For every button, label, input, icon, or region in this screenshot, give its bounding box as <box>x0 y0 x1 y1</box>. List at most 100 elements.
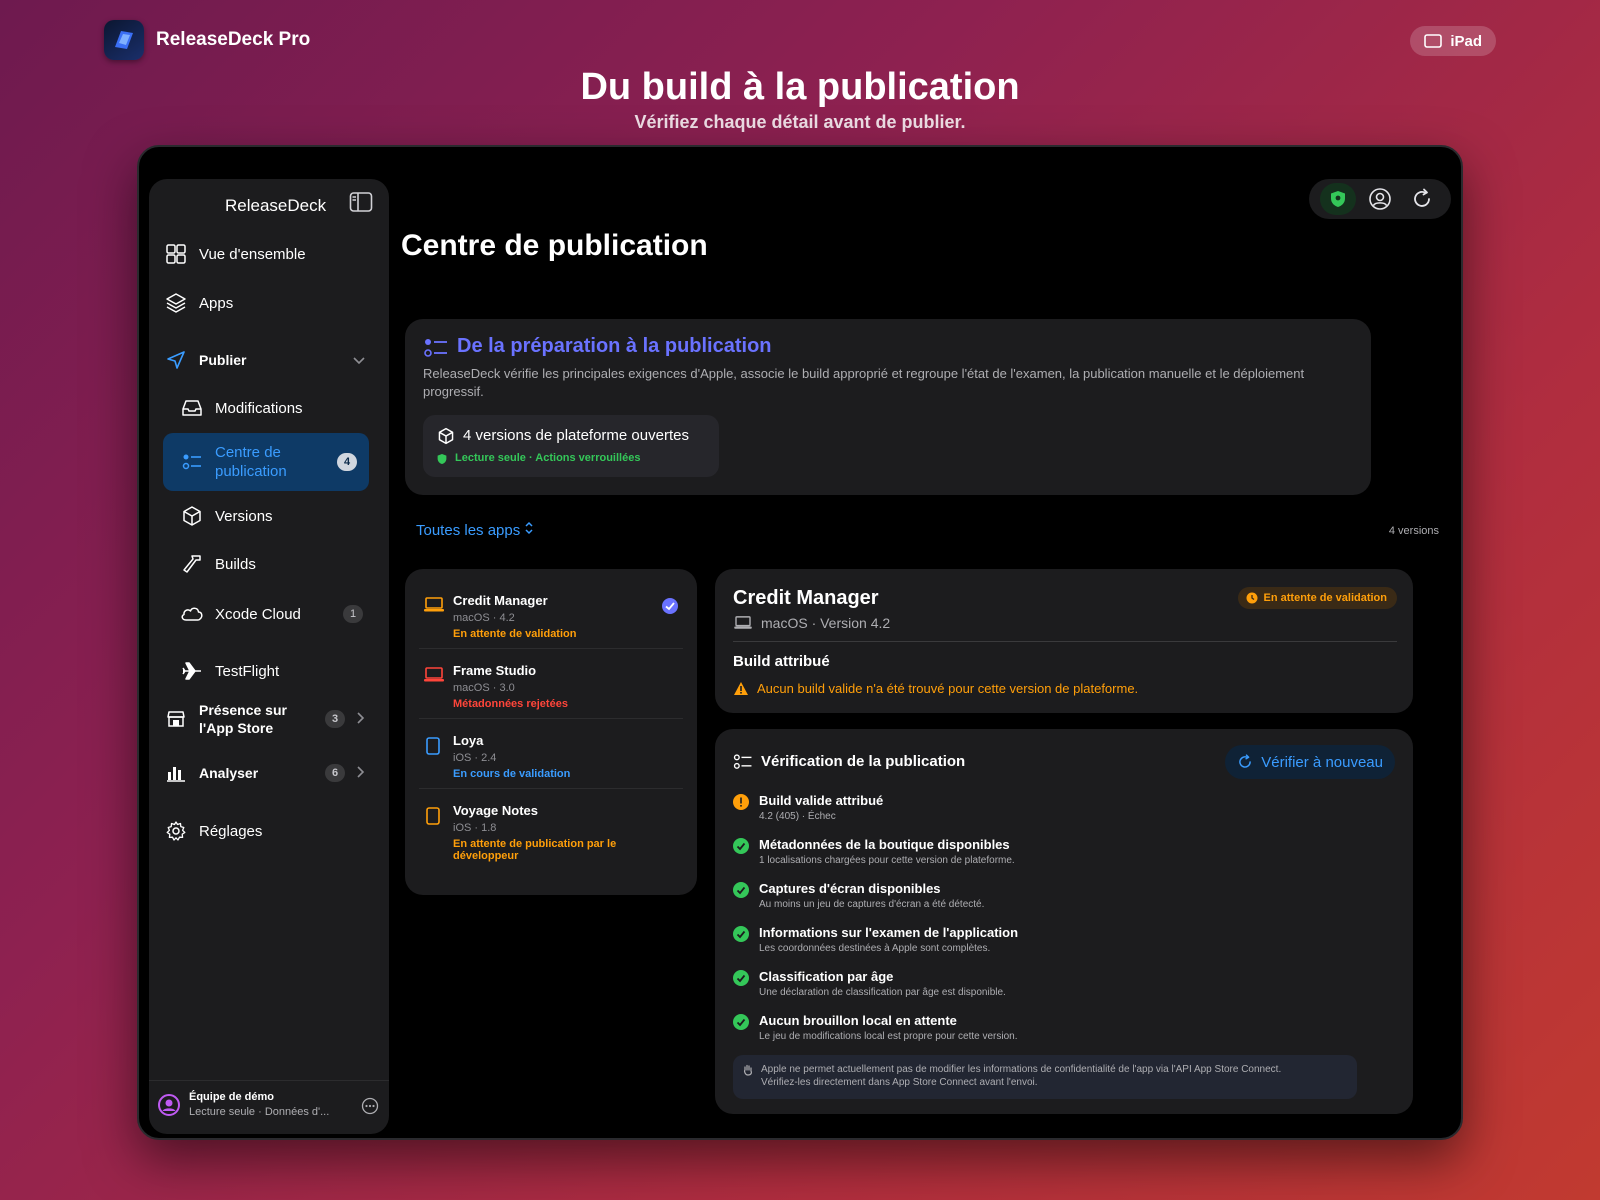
checklist-icon <box>179 449 205 475</box>
laptop-icon <box>733 616 753 635</box>
refresh-button[interactable] <box>1404 183 1440 215</box>
check-title: Captures d'écran disponibles <box>759 881 941 896</box>
check-title: Build valide attribué <box>759 793 884 808</box>
app-status: En attente de validation <box>453 628 577 640</box>
checkmark-icon <box>733 882 749 898</box>
sidebar-item-label: Versions <box>215 507 273 525</box>
privacy-note-line-2: Vérifiez-les directement dans App Store … <box>761 1077 1038 1088</box>
refresh-icon <box>1414 188 1430 207</box>
status-badge: En attente de validation <box>1237 587 1397 609</box>
hand-icon <box>743 1064 753 1080</box>
team-name: Équipe de démo <box>189 1091 274 1103</box>
app-meta: iOS · 2.4 <box>453 752 497 764</box>
build-label: Build attribué <box>733 653 830 670</box>
app-meta: iOS · 1.8 <box>453 822 497 834</box>
cube-icon <box>179 503 205 529</box>
sidebar-item-publication-center[interactable]: Centre de publication 4 <box>163 433 369 491</box>
storefront-icon <box>163 706 189 732</box>
app-filter[interactable]: Toutes les apps <box>416 521 534 539</box>
sidebar: ReleaseDeck Vue d'ensemble Apps Publier … <box>149 179 389 1134</box>
sidebar-item-modifications[interactable]: Modifications <box>179 393 375 423</box>
sidebar-item-apps[interactable]: Apps <box>163 288 375 318</box>
privacy-note: Apple ne permet actuellement pas de modi… <box>733 1055 1357 1099</box>
warning-icon <box>733 681 749 701</box>
detail-title: Credit Manager <box>733 587 879 609</box>
clock-icon <box>1246 592 1258 604</box>
check-desc: Le jeu de modifications local est propre… <box>759 1031 1018 1042</box>
sidebar-item-label: Analyser <box>199 765 259 781</box>
hero-subtitle: Vérifiez chaque détail avant de publier. <box>634 112 966 132</box>
app-meta: macOS · 4.2 <box>453 612 515 624</box>
sidebar-item-overview[interactable]: Vue d'ensemble <box>163 239 375 269</box>
sidebar-item-badge: 6 <box>325 764 345 782</box>
cube-icon <box>437 427 455 450</box>
team-switcher[interactable]: Équipe de démo Lecture seule · Données d… <box>149 1080 389 1134</box>
tray-icon <box>179 395 205 421</box>
app-detail-card: Credit Manager macOS · Version 4.2 En at… <box>715 569 1413 713</box>
open-versions-chip: 4 versions de plateforme ouvertes Lectur… <box>423 415 719 477</box>
sidebar-item-label: TestFlight <box>215 662 280 680</box>
chip-subtitle: Lecture seule · Actions verrouillées <box>455 452 641 464</box>
sidebar-item-label: Présence sur l'App Store <box>199 702 287 736</box>
chevron-right-icon <box>357 711 365 727</box>
shield-icon <box>1331 191 1345 207</box>
shield-button[interactable] <box>1320 183 1356 215</box>
sidebar-item-app-store-presence[interactable]: Présence sur l'App Store 3 <box>163 697 375 741</box>
sidebar-item-versions[interactable]: Versions <box>179 501 375 531</box>
checkmark-icon <box>661 597 679 620</box>
check-desc: 4.2 (405) · Échec <box>759 811 836 822</box>
build-warning: Aucun build valide n'a été trouvé pour c… <box>757 681 1139 696</box>
more-icon[interactable] <box>361 1097 379 1120</box>
app-logo-icon <box>104 20 144 60</box>
sidebar-item-builds[interactable]: Builds <box>179 549 375 579</box>
chevron-down-icon[interactable] <box>353 352 365 368</box>
app-status: En cours de validation <box>453 768 571 780</box>
laptop-icon <box>423 597 445 618</box>
app-meta: macOS · 3.0 <box>453 682 515 694</box>
sidebar-item-label: Modifications <box>215 399 303 417</box>
check-desc: Les coordonnées destinées à Apple sont c… <box>759 943 991 954</box>
verification-title: Vérification de la publication <box>761 753 966 770</box>
versions-count: 4 versions <box>1388 525 1439 537</box>
sidebar-item-badge: 1 <box>343 605 363 623</box>
sidebar-item-xcode-cloud[interactable]: Xcode Cloud 1 <box>179 591 375 637</box>
checkmark-icon <box>733 970 749 986</box>
checkmark-icon <box>733 1014 749 1030</box>
check-title: Métadonnées de la boutique disponibles <box>759 837 1010 852</box>
exclamation-icon <box>733 794 749 810</box>
app-list: Credit Manager macOS · 4.2 En attente de… <box>405 569 697 895</box>
hammer-icon <box>179 551 205 577</box>
app-status: Métadonnées rejetées <box>453 698 568 710</box>
ipad-frame: ReleaseDeck Vue d'ensemble Apps Publier … <box>137 145 1463 1140</box>
account-button[interactable] <box>1362 183 1398 215</box>
app-name: Loya <box>453 733 484 748</box>
layers-icon <box>163 290 189 316</box>
check-title: Aucun brouillon local en attente <box>759 1013 957 1028</box>
sidebar-item-label: Builds <box>215 555 256 573</box>
sidebar-section-publier[interactable]: Publier <box>163 346 375 374</box>
paper-plane-icon <box>163 347 189 373</box>
reverify-button-label: Vérifier à nouveau <box>1261 753 1383 771</box>
chart-icon <box>163 760 189 786</box>
gear-icon <box>163 818 189 844</box>
sidebar-item-analyser[interactable]: Analyser 6 <box>163 759 375 787</box>
list-item[interactable]: Credit Manager macOS · 4.2 En attente de… <box>419 579 683 649</box>
sidebar-item-label: Xcode Cloud <box>215 605 301 623</box>
hero-title: Du build à la publication <box>580 66 1020 108</box>
sidebar-item-label: Réglages <box>199 822 263 840</box>
verification-card: Vérification de la publication Vérifier … <box>715 729 1413 1114</box>
sidebar-toggle-icon[interactable] <box>349 191 373 218</box>
list-item[interactable]: Loya iOS · 2.4 En cours de validation <box>419 719 683 789</box>
reverify-button[interactable]: Vérifier à nouveau <box>1225 745 1395 779</box>
refresh-icon <box>1239 754 1252 768</box>
sidebar-item-testflight[interactable]: TestFlight <box>179 656 375 686</box>
app-name: Voyage Notes <box>453 803 539 818</box>
list-item[interactable]: Frame Studio macOS · 3.0 Métadonnées rej… <box>419 649 683 719</box>
check-desc: Au moins un jeu de captures d'écran a ét… <box>759 899 985 910</box>
tablet-icon <box>1424 34 1443 48</box>
sidebar-item-settings[interactable]: Réglages <box>163 816 375 846</box>
checkmark-icon <box>733 926 749 942</box>
checklist-icon <box>423 337 449 364</box>
team-icon <box>157 1093 181 1122</box>
list-item[interactable]: Voyage Notes iOS · 1.8 En attente de pub… <box>419 789 683 873</box>
